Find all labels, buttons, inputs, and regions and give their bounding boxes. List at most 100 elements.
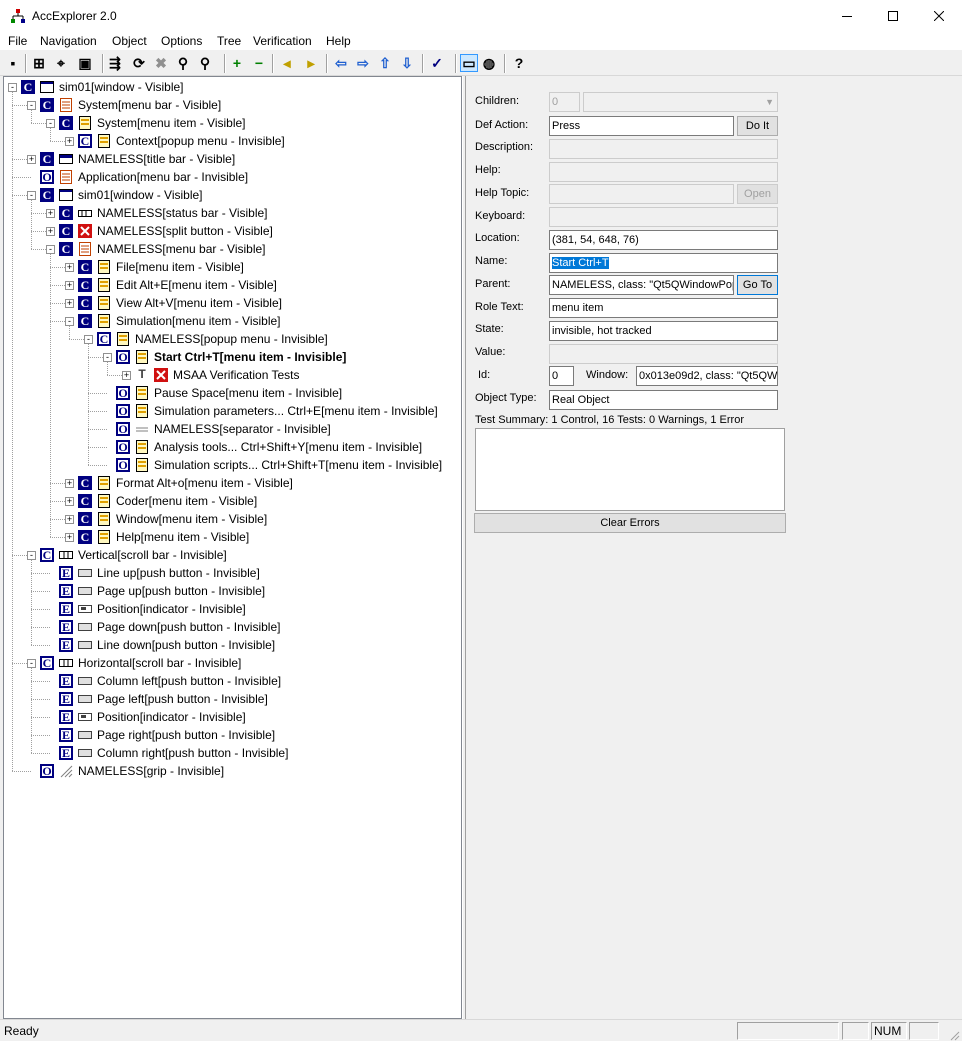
tree-node[interactable]: E Line down[push button - Invisible]: [4, 636, 459, 654]
expand-icon[interactable]: +: [65, 533, 74, 542]
save-button[interactable]: ▪: [4, 54, 22, 72]
collapse-icon[interactable]: -: [84, 335, 93, 344]
help-button[interactable]: ?: [510, 54, 528, 72]
verify-button[interactable]: ✓: [428, 54, 446, 72]
clear-errors-button[interactable]: Clear Errors: [474, 513, 786, 533]
expand-icon[interactable]: +: [46, 227, 55, 236]
collapse-icon[interactable]: -: [65, 317, 74, 326]
expand-icon[interactable]: +: [46, 209, 55, 218]
collapse-icon[interactable]: -: [103, 353, 112, 362]
expand-icon[interactable]: +: [65, 299, 74, 308]
collapse-icon[interactable]: -: [8, 83, 17, 92]
tree-node[interactable]: O Application[menu bar - Invisible]: [4, 168, 459, 186]
collapse-icon[interactable]: -: [27, 101, 36, 110]
parent-field[interactable]: NAMELESS, class: "Qt5QWindowPop: [549, 275, 734, 295]
tree-node[interactable]: + C Window[menu item - Visible]: [4, 510, 459, 528]
previous-button[interactable]: ◂: [278, 54, 296, 72]
expand-icon[interactable]: +: [65, 281, 74, 290]
menu-help[interactable]: Help: [326, 34, 351, 48]
maximize-button[interactable]: [870, 0, 916, 31]
refresh-button[interactable]: ⟳: [130, 54, 148, 72]
tree-node[interactable]: + C Coder[menu item - Visible]: [4, 492, 459, 510]
tree-node[interactable]: + C NAMELESS[title bar - Visible]: [4, 150, 459, 168]
tree-node[interactable]: + C Help[menu item - Visible]: [4, 528, 459, 546]
remove-button[interactable]: −: [250, 54, 268, 72]
menu-object[interactable]: Object: [112, 34, 147, 48]
collapse-icon[interactable]: -: [46, 245, 55, 254]
navigate-down-button[interactable]: ⇩: [398, 54, 416, 72]
def-action-field[interactable]: Press: [549, 116, 734, 136]
errors-list[interactable]: [475, 428, 785, 511]
tree-node[interactable]: E Position[indicator - Invisible]: [4, 708, 459, 726]
navigate-up-button[interactable]: ⇧: [376, 54, 394, 72]
collapse-icon[interactable]: -: [46, 119, 55, 128]
role-text-field[interactable]: menu item: [549, 298, 778, 318]
close-button[interactable]: [916, 0, 962, 31]
menu-tree[interactable]: Tree: [217, 34, 241, 48]
stop-button[interactable]: ✖: [152, 54, 170, 72]
tree-node[interactable]: + C NAMELESS[status bar - Visible]: [4, 204, 459, 222]
tree-node[interactable]: - C System[menu item - Visible]: [4, 114, 459, 132]
tree-node[interactable]: E Column left[push button - Invisible]: [4, 672, 459, 690]
tree-node[interactable]: O Simulation parameters... Ctrl+E[menu it…: [4, 402, 459, 420]
add-button[interactable]: +: [228, 54, 246, 72]
tree-node[interactable]: + C Format Alt+o[menu item - Visible]: [4, 474, 459, 492]
state-field[interactable]: invisible, hot tracked: [549, 321, 778, 341]
tree-node[interactable]: + T MSAA Verification Tests: [4, 366, 459, 384]
navigate-right-button[interactable]: ⇨: [354, 54, 372, 72]
collapse-icon[interactable]: -: [27, 191, 36, 200]
tree-node[interactable]: O NAMELESS[separator - Invisible]: [4, 420, 459, 438]
tree-node[interactable]: E Page right[push button - Invisible]: [4, 726, 459, 744]
tree-node[interactable]: O NAMELESS[grip - Invisible]: [4, 762, 459, 780]
expand-icon[interactable]: +: [65, 479, 74, 488]
minimize-button[interactable]: [824, 0, 870, 31]
tree-node[interactable]: E Page up[push button - Invisible]: [4, 582, 459, 600]
tree-node[interactable]: E Line up[push button - Invisible]: [4, 564, 459, 582]
navigate-left-button[interactable]: ⇦: [332, 54, 350, 72]
expand-icon[interactable]: +: [122, 371, 131, 380]
id-field[interactable]: 0: [549, 366, 574, 386]
tree-node[interactable]: O Simulation scripts... Ctrl+Shift+T[menu…: [4, 456, 459, 474]
resize-grip-icon[interactable]: [948, 1029, 960, 1041]
expand-icon[interactable]: +: [27, 155, 36, 164]
tree-node[interactable]: - O Start Ctrl+T[menu item - Invisible]: [4, 348, 459, 366]
window-field[interactable]: 0x013e09d2, class: "Qt5QWi: [636, 366, 778, 386]
tree-node[interactable]: - C Vertical[scroll bar - Invisible]: [4, 546, 459, 564]
location-field[interactable]: (381, 54, 648, 76): [549, 230, 778, 250]
do-it-button[interactable]: Do It: [737, 116, 778, 136]
tree-node[interactable]: - C NAMELESS[menu bar - Visible]: [4, 240, 459, 258]
expand-icon[interactable]: +: [65, 497, 74, 506]
tree-node[interactable]: + C Context[popup menu - Invisible]: [4, 132, 459, 150]
tree-node[interactable]: O Analysis tools... Ctrl+Shift+Y[menu ite…: [4, 438, 459, 456]
collapse-icon[interactable]: -: [27, 551, 36, 560]
palette-button[interactable]: ◍: [480, 54, 498, 72]
tree-node[interactable]: - C System[menu bar - Visible]: [4, 96, 459, 114]
tree-node[interactable]: - C Simulation[menu item - Visible]: [4, 312, 459, 330]
tree-expand-button[interactable]: ⇶: [106, 54, 124, 72]
tree-node[interactable]: - C Horizontal[scroll bar - Invisible]: [4, 654, 459, 672]
tree-node[interactable]: - Csim01[window - Visible]: [4, 186, 459, 204]
expand-icon[interactable]: +: [65, 263, 74, 272]
tree-node[interactable]: + C Edit Alt+E[menu item - Visible]: [4, 276, 459, 294]
tree-view-button[interactable]: ⊞: [30, 54, 48, 72]
tree-node[interactable]: - C NAMELESS[popup menu - Invisible]: [4, 330, 459, 348]
expand-icon[interactable]: +: [65, 137, 74, 146]
name-field[interactable]: Start Ctrl+T: [549, 253, 778, 273]
menu-verification[interactable]: Verification: [253, 34, 312, 48]
menu-file[interactable]: File: [8, 34, 27, 48]
tree-node[interactable]: + C NAMELESS[split button - Visible]: [4, 222, 459, 240]
tree-node[interactable]: + C View Alt+V[menu item - Visible]: [4, 294, 459, 312]
menu-navigation[interactable]: Navigation: [40, 34, 97, 48]
tree-node[interactable]: E Position[indicator - Invisible]: [4, 600, 459, 618]
rectangle-button[interactable]: ▭: [460, 54, 478, 72]
accessibility-tree[interactable]: - Csim01[window - Visible] - C System[menu b…: [3, 76, 462, 1019]
tree-node[interactable]: E Column right[push button - Invisible]: [4, 744, 459, 762]
tree-node[interactable]: O Pause Space[menu item - Invisible]: [4, 384, 459, 402]
object-type-field[interactable]: Real Object: [549, 390, 778, 410]
find-button[interactable]: ⚲: [174, 54, 192, 72]
expand-icon[interactable]: +: [65, 515, 74, 524]
tree-node[interactable]: - Csim01[window - Visible]: [4, 78, 459, 96]
next-button[interactable]: ▸: [302, 54, 320, 72]
tree-node[interactable]: E Page left[push button - Invisible]: [4, 690, 459, 708]
menu-options[interactable]: Options: [161, 34, 202, 48]
